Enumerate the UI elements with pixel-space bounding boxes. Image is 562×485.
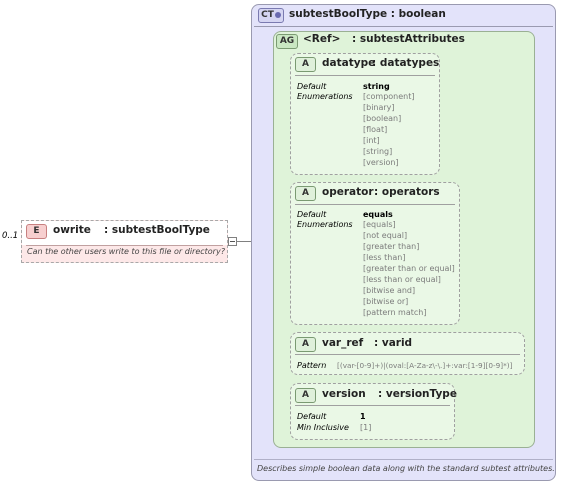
enum-item: [pattern match] xyxy=(363,308,427,317)
complex-type-header-divider xyxy=(254,26,553,27)
attribute-version-badge: A xyxy=(295,388,316,403)
element-type: : subtestBoolType xyxy=(104,224,210,236)
attribute-version-min-label: Min Inclusive xyxy=(297,423,349,432)
attribute-datatype-default-value: string xyxy=(363,82,390,91)
attribute-var-ref-name: var_ref xyxy=(322,337,364,349)
collapse-toggle[interactable] xyxy=(228,237,237,246)
attribute-datatype-badge: A xyxy=(295,57,316,72)
attribute-datatype-type: : datatypes xyxy=(372,57,440,69)
complex-type-footer-divider xyxy=(254,459,553,460)
attribute-operator-default-label: Default xyxy=(297,210,327,219)
element-name: owrite xyxy=(53,224,91,236)
enum-item: [bitwise and] xyxy=(363,286,416,295)
enum-item: [float] xyxy=(363,125,388,134)
complex-type-title: subtestBoolType : boolean xyxy=(289,8,446,20)
element-occurrence: 0..1 xyxy=(2,231,19,241)
enum-item: [binary] xyxy=(363,103,395,112)
attribute-var-ref-badge: A xyxy=(295,337,316,352)
attribute-group-ref: <Ref> xyxy=(303,33,341,45)
complex-type-badge-label: CT xyxy=(261,10,274,20)
enum-item: [less than] xyxy=(363,253,406,262)
attribute-datatype-enum-label: Enumerations xyxy=(297,92,353,101)
attribute-version-default-value: 1 xyxy=(360,412,366,421)
attribute-operator-enum-label: Enumerations xyxy=(297,220,353,229)
attribute-group-type: : subtestAttributes xyxy=(352,33,465,45)
attribute-version-type: : versionType xyxy=(378,388,457,400)
attribute-datatype-default-label: Default xyxy=(297,82,327,91)
enum-item: [string] xyxy=(363,147,393,156)
attribute-var-ref-pattern-label: Pattern xyxy=(297,361,327,370)
attribute-operator-badge: A xyxy=(295,186,316,201)
attribute-version-default-label: Default xyxy=(297,412,327,421)
enum-item: [not equal] xyxy=(363,231,408,240)
enum-item: [greater than or equal] xyxy=(363,264,455,273)
enum-item: [boolean] xyxy=(363,114,402,123)
attribute-version-min-value: [1] xyxy=(360,423,372,432)
enum-item: [bitwise or] xyxy=(363,297,409,306)
attribute-operator-type: : operators xyxy=(374,186,440,198)
element-documentation: Can the other users write to this file o… xyxy=(27,247,225,256)
enum-item: [greater than] xyxy=(363,242,420,251)
complex-type-documentation: Describes simple boolean data along with… xyxy=(257,464,555,473)
plus-icon xyxy=(274,11,281,18)
enum-item: [component] xyxy=(363,92,415,101)
element-badge: E xyxy=(26,224,47,239)
attribute-datatype-name: datatype xyxy=(322,57,376,69)
enum-item: [int] xyxy=(363,136,380,145)
attribute-var-ref-pattern-value: [(var-[0-9]+)|(oval:[A-Za-z\-\.]+:var:[1… xyxy=(337,361,513,370)
attribute-group-badge: AG xyxy=(276,34,298,49)
attribute-operator-default-value: equals xyxy=(363,210,393,219)
complex-type-badge: CT xyxy=(258,8,284,23)
attribute-version-name: version xyxy=(322,388,366,400)
attribute-operator-name: operator xyxy=(322,186,374,198)
enum-item: [version] xyxy=(363,158,399,167)
attribute-var-ref-type: : varid xyxy=(374,337,413,349)
enum-item: [equals] xyxy=(363,220,396,229)
enum-item: [less than or equal] xyxy=(363,275,441,284)
